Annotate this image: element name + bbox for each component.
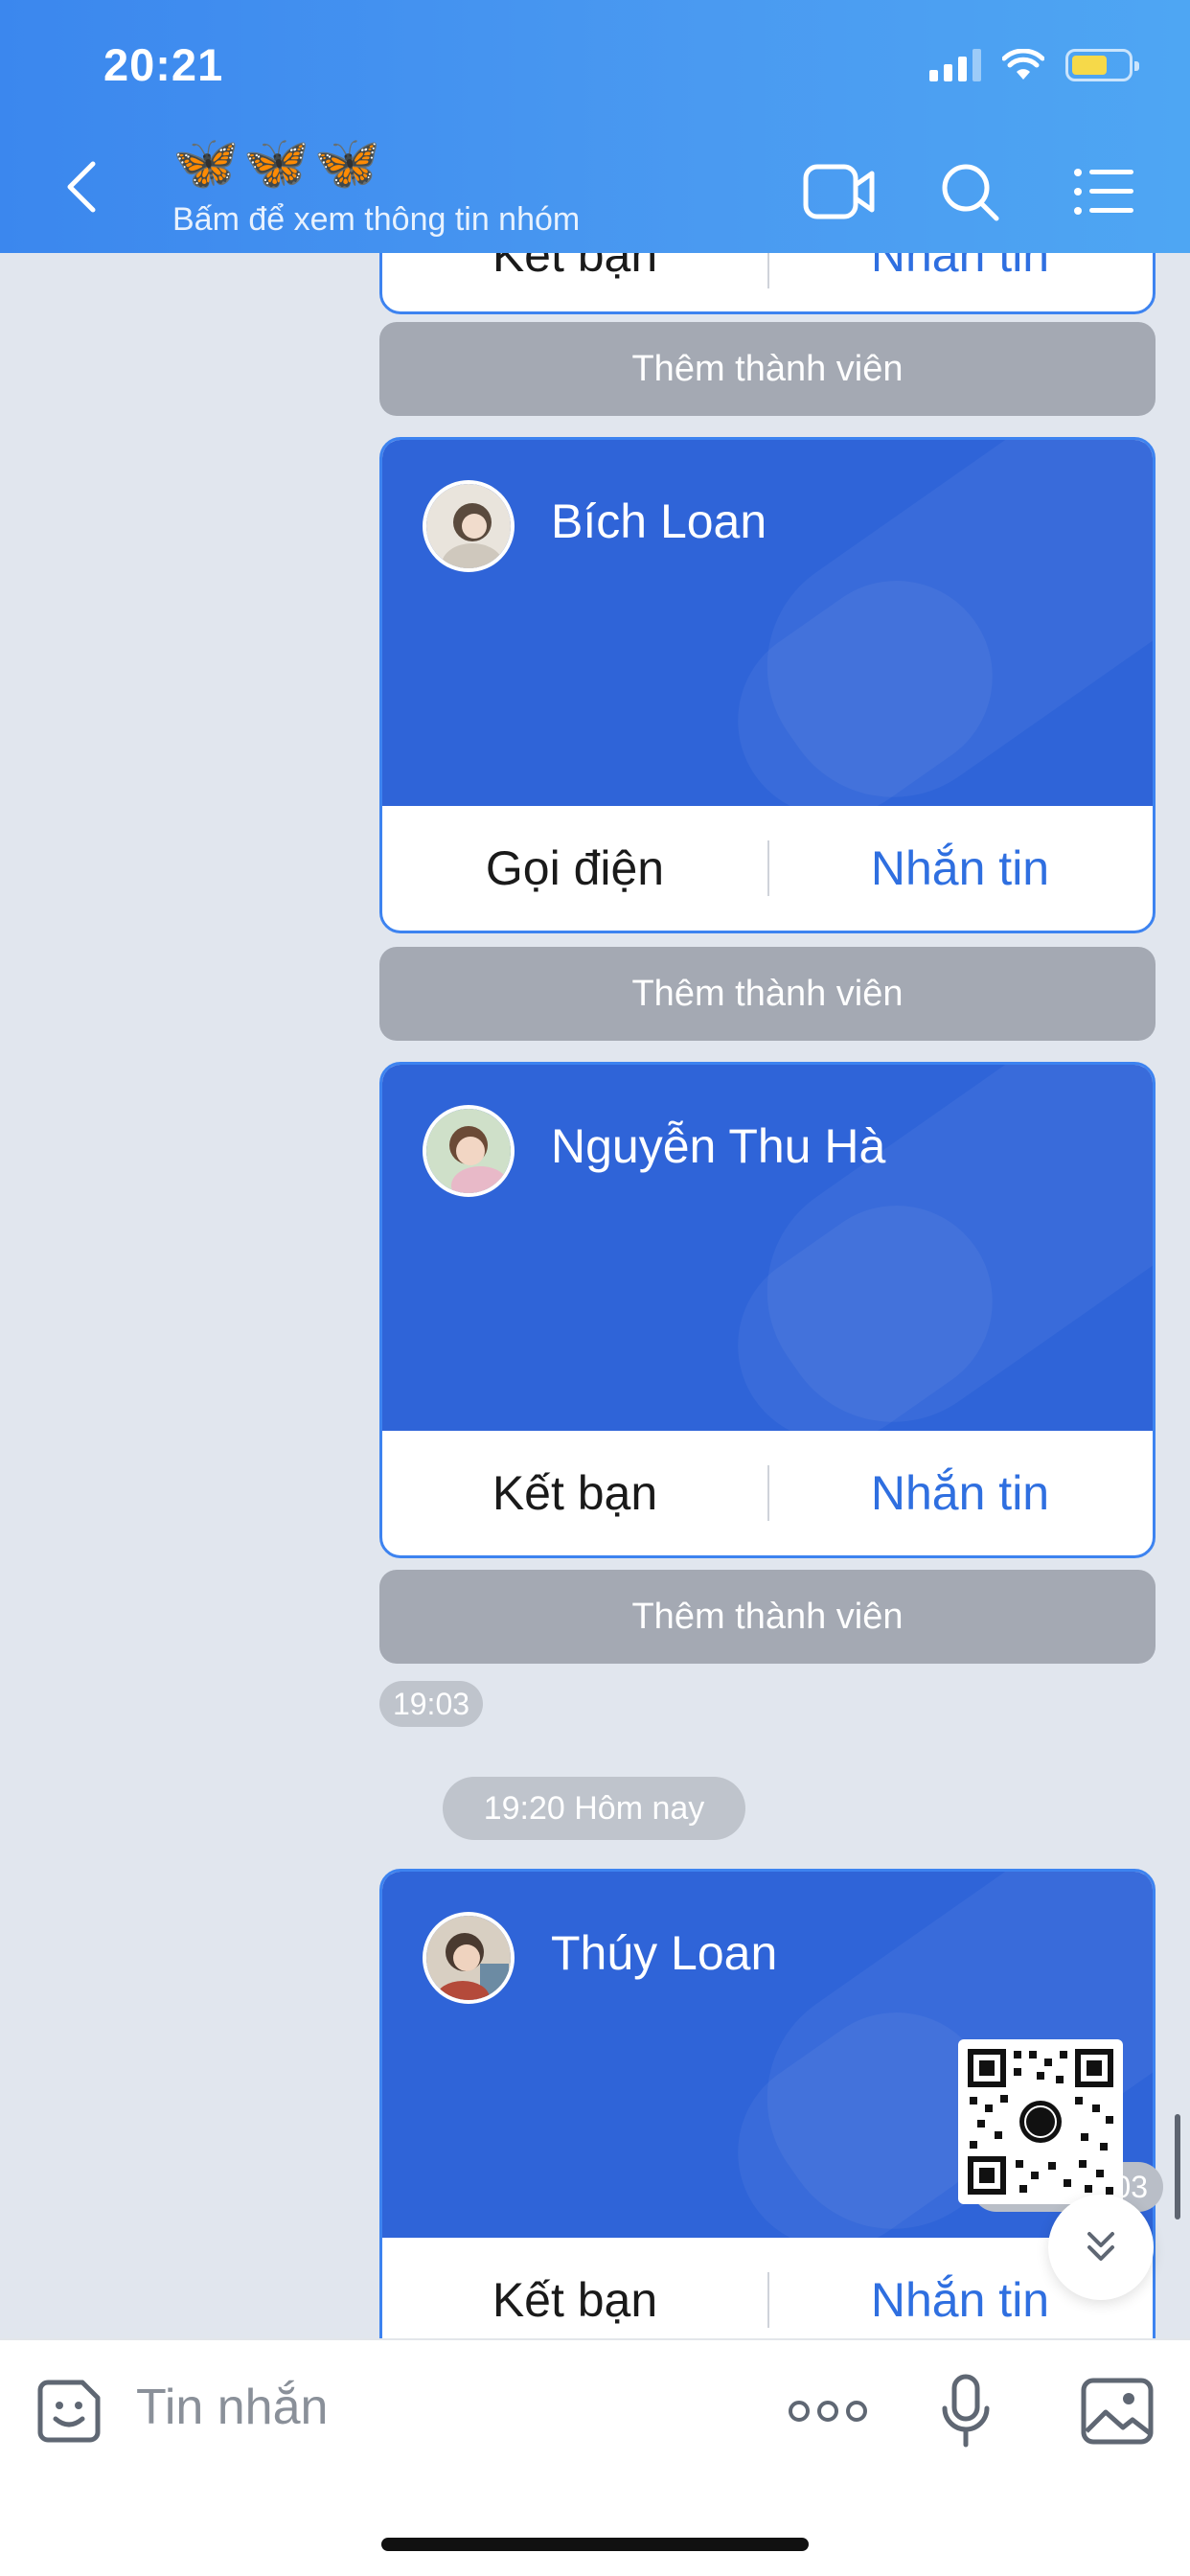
video-call-button[interactable]	[801, 153, 878, 230]
search-icon	[942, 164, 999, 221]
message-button[interactable]: Nhắn tin	[767, 1465, 1153, 1521]
avatar	[423, 1105, 515, 1197]
call-button[interactable]: Gọi điện	[382, 840, 767, 896]
message-button[interactable]: Nhắn tin	[767, 840, 1153, 896]
contact-card[interactable]: Nguyễn Thu Hà Kết bạn Nhắn tin	[379, 1062, 1156, 1558]
double-chevron-down-icon	[1087, 2232, 1114, 2261]
video-camera-icon	[803, 164, 875, 219]
status-time: 20:21	[103, 39, 224, 90]
photo-picker-button[interactable]	[1079, 2373, 1156, 2450]
message-list[interactable]: Kết bạn Nhắn tin Thêm thành viên Bích Lo…	[0, 253, 1190, 2338]
add-friend-button[interactable]: Kết bạn	[382, 1465, 767, 1521]
message-button[interactable]: Nhắn tin	[767, 253, 1153, 283]
microphone-icon	[942, 2374, 990, 2448]
add-member-label: Thêm thành viên	[379, 947, 1156, 1041]
divider	[767, 2272, 769, 2328]
date-divider: 19:20 Hôm nay	[443, 1777, 745, 1840]
list-menu-icon	[1074, 169, 1133, 215]
image-gallery-icon	[1081, 2378, 1154, 2445]
divider	[767, 840, 769, 896]
message-timestamp: 19:03	[379, 1681, 483, 1727]
qr-code-image[interactable]	[958, 2039, 1123, 2204]
contact-name: Bích Loan	[551, 494, 767, 548]
message-input[interactable]: Tin nhắn	[136, 2379, 328, 2436]
contact-name: Nguyễn Thu Hà	[551, 1119, 886, 1173]
more-horizontal-icon	[789, 2401, 867, 2422]
card-banner: Bích Loan	[382, 440, 1153, 806]
wifi-icon	[1002, 49, 1044, 80]
group-title[interactable]: 🦋🦋🦋	[172, 134, 384, 192]
contact-name: Thúy Loan	[551, 1926, 778, 1980]
qr-code-icon	[966, 2047, 1115, 2196]
add-member-label: Thêm thành viên	[379, 322, 1156, 416]
home-indicator	[381, 2538, 809, 2551]
avatar	[423, 480, 515, 572]
status-icons	[929, 46, 1139, 84]
back-button[interactable]	[57, 153, 105, 220]
more-options-button[interactable]	[788, 2373, 868, 2450]
scroll-to-bottom-button[interactable]	[1048, 2195, 1154, 2300]
emoji-sticker-icon	[37, 2380, 101, 2443]
search-button[interactable]	[931, 153, 1008, 230]
cellular-signal-icon	[929, 49, 981, 81]
contact-card[interactable]: Bích Loan Gọi điện Nhắn tin	[379, 437, 1156, 933]
divider	[767, 253, 769, 288]
card-banner: Nguyễn Thu Hà	[382, 1065, 1153, 1431]
menu-button[interactable]	[1065, 153, 1142, 230]
sticker-button[interactable]	[31, 2373, 107, 2450]
divider	[767, 1465, 769, 1521]
add-member-label: Thêm thành viên	[379, 1570, 1156, 1664]
battery-icon	[1065, 49, 1139, 81]
chevron-left-icon	[67, 161, 96, 213]
add-friend-button[interactable]: Kết bạn	[382, 2272, 767, 2328]
avatar	[423, 1912, 515, 2004]
voice-message-button[interactable]	[927, 2373, 1004, 2450]
scrollbar[interactable]	[1175, 2114, 1180, 2220]
contact-card[interactable]: Kết bạn Nhắn tin	[379, 253, 1156, 314]
add-friend-button[interactable]: Kết bạn	[382, 253, 767, 283]
group-info-hint[interactable]: Bấm để xem thông tin nhóm	[172, 201, 580, 239]
chat-header: 20:21 🦋🦋🦋 Bấm để xem thông tin nhóm	[0, 0, 1190, 253]
